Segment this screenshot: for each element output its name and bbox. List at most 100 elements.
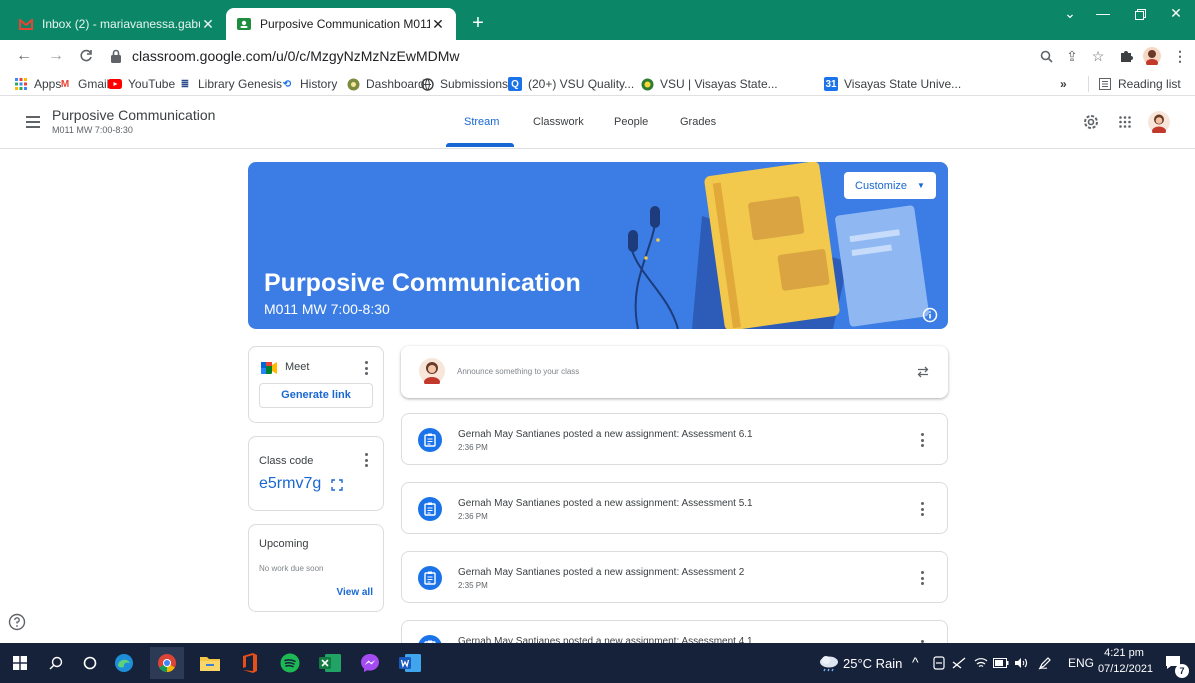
stream-post[interactable]: Gernah May Santianes posted a new assign… (401, 482, 948, 534)
bookmark-dashboard[interactable]: Dashboard (346, 74, 425, 94)
pen-icon[interactable] (1036, 651, 1054, 675)
account-avatar[interactable] (1148, 111, 1170, 133)
close-tab-icon[interactable]: ✕ (200, 16, 216, 33)
spotify-icon[interactable] (278, 651, 302, 675)
bookmark-visayas-state-univ[interactable]: 31 Visayas State Unive... (824, 74, 961, 94)
assignment-icon (418, 428, 442, 452)
caret-down-icon: ▼ (917, 181, 925, 190)
generate-link-button[interactable]: Generate link (259, 383, 373, 408)
google-apps-icon[interactable] (1114, 111, 1136, 133)
network-icon[interactable] (950, 651, 968, 675)
menu-icon[interactable] (24, 113, 42, 131)
bookmark-youtube[interactable]: YouTube (108, 74, 175, 94)
restore-icon[interactable] (1120, 0, 1160, 32)
language-indicator[interactable]: ENG (1068, 656, 1094, 670)
reading-list-button[interactable]: Reading list (1098, 74, 1181, 94)
close-window-icon[interactable]: ✕ (1156, 0, 1195, 32)
star-icon[interactable]: ☆ (1086, 44, 1110, 68)
post-title: Gernah May Santianes posted a new assign… (458, 429, 753, 440)
file-explorer-icon[interactable] (198, 651, 222, 675)
excel-icon[interactable] (318, 651, 342, 675)
post-time: 2:36 PM (458, 512, 488, 521)
banner-title: Purposive Communication (264, 269, 581, 297)
tab-title: Purposive Communication M011 (260, 17, 430, 31)
libgen-icon: ≣ (180, 78, 190, 90)
class-code-more-icon[interactable] (361, 453, 371, 467)
repost-icon[interactable] (916, 365, 930, 379)
zoom-icon[interactable] (1034, 44, 1058, 68)
active-tab-indicator (446, 143, 514, 147)
post-time: 2:35 PM (458, 581, 488, 590)
tab-people[interactable]: People (614, 116, 648, 128)
show-hidden-icons-icon[interactable]: ^ (912, 654, 919, 670)
view-all-link[interactable]: View all (336, 587, 373, 598)
clock-date[interactable]: 07/12/2021 (1098, 663, 1153, 675)
reading-list-icon (1098, 77, 1112, 91)
browser-tab-classroom[interactable]: Purposive Communication M011 ✕ (226, 8, 456, 40)
weather-text[interactable]: 25°C Rain (843, 656, 902, 671)
tab-stream[interactable]: Stream (464, 116, 499, 128)
dashboard-icon (346, 77, 360, 91)
messenger-icon[interactable] (358, 651, 382, 675)
meet-more-icon[interactable] (361, 361, 371, 375)
cortana-icon[interactable] (78, 651, 102, 675)
history-icon: ⟲ (282, 78, 292, 90)
fullscreen-icon[interactable] (331, 479, 343, 491)
extensions-icon[interactable] (1114, 44, 1138, 68)
help-icon[interactable] (8, 613, 26, 631)
back-icon[interactable]: ← (12, 44, 36, 68)
new-tab-button[interactable]: + (466, 12, 490, 36)
weather-icon[interactable] (816, 651, 842, 675)
close-tab-icon[interactable]: ✕ (430, 16, 446, 33)
office-icon[interactable] (238, 651, 262, 675)
tab-title: Inbox (2) - mariavanessa.gabuna (42, 17, 200, 31)
settings-gear-icon[interactable] (1080, 111, 1102, 133)
class-title[interactable]: Purposive Communication (52, 107, 215, 123)
bookmark-gmail[interactable]: M Gmail (58, 74, 110, 94)
post-more-icon[interactable] (917, 502, 927, 516)
windows-start-icon[interactable] (8, 651, 32, 675)
meet-card: Meet Generate link (248, 346, 384, 423)
class-code-label: Class code (259, 455, 314, 467)
bookmark-apps[interactable]: Apps (14, 74, 61, 94)
share-icon[interactable]: ⇪ (1060, 44, 1084, 68)
bookmark-vsu-visayas[interactable]: VSU | Visayas State... (640, 74, 778, 94)
forward-icon[interactable]: → (44, 44, 68, 68)
url-field[interactable]: classroom.google.com/u/0/c/MzgyNzMzNzEwM… (110, 44, 460, 68)
edge-icon[interactable] (112, 651, 136, 675)
tab-grades[interactable]: Grades (680, 116, 716, 128)
youtube-icon (108, 77, 122, 91)
class-section: M011 MW 7:00-8:30 (52, 125, 133, 135)
info-icon[interactable] (922, 307, 938, 323)
bookmark-history[interactable]: ⟲ History (280, 74, 338, 94)
clock-time[interactable]: 4:21 pm (1104, 647, 1144, 659)
browser-tab-gmail[interactable]: Inbox (2) - mariavanessa.gabuna ✕ (8, 8, 226, 40)
calendar-icon: 31 (824, 77, 838, 91)
stream-post[interactable]: Gernah May Santianes posted a new assign… (401, 551, 948, 603)
vsu-icon: Q (508, 77, 522, 91)
announce-box[interactable]: Announce something to your class (401, 346, 948, 398)
minimize-icon[interactable]: — (1083, 0, 1123, 32)
class-banner: Purposive Communication M011 MW 7:00-8:3… (248, 162, 948, 329)
bookmark-library-genesis[interactable]: ≣ Library Genesis (178, 74, 282, 94)
bookmark-submissions[interactable]: Submissions (420, 74, 508, 94)
meet-now-icon[interactable] (930, 651, 948, 675)
post-more-icon[interactable] (917, 433, 927, 447)
browser-menu-icon[interactable]: ⋮ (1168, 44, 1192, 68)
chrome-icon[interactable] (150, 647, 184, 679)
search-icon[interactable] (44, 651, 68, 675)
tab-classwork[interactable]: Classwork (533, 116, 584, 128)
more-bookmarks-icon[interactable]: » (1060, 74, 1067, 94)
word-icon[interactable] (398, 651, 422, 675)
customize-button[interactable]: Customize ▼ (844, 172, 936, 199)
wifi-icon[interactable] (972, 651, 990, 675)
profile-avatar[interactable] (1140, 44, 1164, 68)
stream-post[interactable]: Gernah May Santianes posted a new assign… (401, 413, 948, 465)
volume-icon[interactable] (1012, 651, 1030, 675)
meet-icon (261, 362, 277, 374)
classroom-header: Purposive Communication M011 MW 7:00-8:3… (0, 97, 1195, 149)
battery-icon[interactable] (992, 651, 1010, 675)
post-more-icon[interactable] (917, 571, 927, 585)
reload-icon[interactable] (74, 44, 98, 68)
bookmark-vsu-quality[interactable]: Q (20+) VSU Quality... (508, 74, 634, 94)
